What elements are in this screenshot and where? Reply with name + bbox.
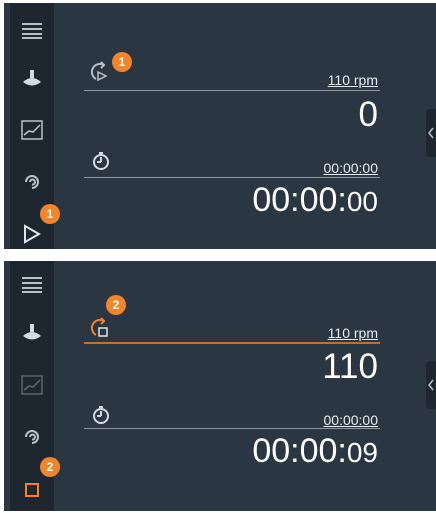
speed-value: 110: [322, 347, 378, 386]
speed-badge: 2: [106, 295, 126, 315]
side-panel-handle[interactable]: [426, 109, 436, 157]
stirrer-icon[interactable]: [18, 319, 46, 347]
timer-divider: [84, 177, 380, 178]
timer-setpoint[interactable]: 00:00:00: [324, 160, 379, 176]
graph-icon[interactable]: [18, 116, 46, 144]
stop-icon[interactable]: [18, 476, 46, 504]
speed-setpoint[interactable]: 110 rpm: [328, 72, 378, 88]
sidebar: 1: [10, 3, 60, 249]
play-badge: 1: [40, 204, 60, 224]
timer-value-seconds: 00: [346, 186, 378, 217]
device-panel-idle: 1 1 110 rpm 0 00:00:00 00:00:00: [4, 3, 436, 249]
speed-value: 0: [358, 95, 378, 134]
timer-icon[interactable]: [91, 151, 115, 175]
timer-icon[interactable]: [91, 405, 115, 429]
timer-value: 00:00:00: [252, 183, 378, 217]
menu-icon[interactable]: [18, 17, 46, 45]
graph-icon: [18, 371, 46, 399]
speed-running-icon[interactable]: [88, 315, 112, 339]
timer-value-seconds: 09: [346, 437, 378, 468]
timer-divider: [84, 428, 380, 429]
speed-setpoint-icon[interactable]: [88, 59, 112, 83]
sidebar: 2: [10, 261, 60, 511]
speed-badge: 1: [112, 52, 132, 72]
play-icon[interactable]: [18, 220, 46, 248]
rotation-icon[interactable]: [18, 423, 46, 451]
timer-value-main: 00:00:: [252, 181, 347, 219]
menu-icon[interactable]: [18, 271, 46, 299]
timer-value: 00:00:09: [252, 434, 378, 468]
timer-value-main: 00:00:: [252, 432, 347, 470]
speed-divider: [84, 90, 380, 91]
speed-divider-active: [84, 342, 380, 344]
stop-badge: 2: [40, 457, 60, 477]
speed-setpoint[interactable]: 110 rpm: [328, 325, 378, 341]
stirrer-icon[interactable]: [18, 65, 46, 93]
timer-setpoint[interactable]: 00:00:00: [324, 412, 379, 428]
side-panel-handle[interactable]: [426, 361, 436, 409]
rotation-icon[interactable]: [18, 168, 46, 196]
device-panel-running: 2 2 110 rpm 110 00:00:00 00:00:09: [4, 261, 436, 511]
